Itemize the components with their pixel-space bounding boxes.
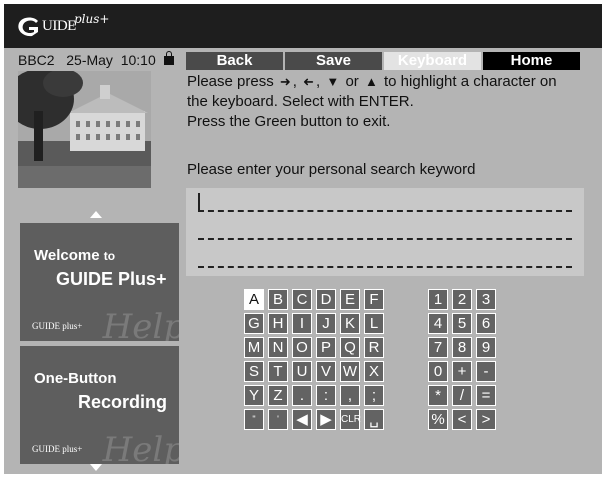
key-w[interactable]: W <box>340 361 360 382</box>
status-date: 25-May <box>66 52 113 68</box>
key-t[interactable]: T <box>268 361 288 382</box>
key-n[interactable]: N <box>268 337 288 358</box>
logo-text: UIDE <box>42 18 76 34</box>
promo-welcome[interactable]: Help Welcome to GUIDE Plus+ GUIDE plus+ <box>20 223 179 341</box>
key-p[interactable]: P <box>316 337 336 358</box>
promo-welcome-line2: GUIDE Plus+ <box>56 269 167 289</box>
instructions-line2: the keyboard. Select with ENTER. <box>187 93 414 110</box>
instructions-line3: Press the Green button to exit. <box>187 113 391 130</box>
key-semicolon[interactable]: ; <box>364 385 384 406</box>
key-l[interactable]: L <box>364 313 384 334</box>
lock-icon <box>163 51 174 65</box>
key-double-quote[interactable]: " <box>244 409 264 430</box>
arrow-right-icon: ➜ <box>279 74 291 89</box>
key-8[interactable]: 8 <box>452 337 472 358</box>
help-watermark: Help <box>102 307 179 341</box>
key-2[interactable]: 2 <box>452 289 472 310</box>
tab-bar: Back Save Keyboard Home <box>186 52 580 70</box>
search-prompt: Please enter your personal search keywor… <box>187 161 476 178</box>
key-6[interactable]: 6 <box>476 313 496 334</box>
key-3[interactable]: 3 <box>476 289 496 310</box>
key-plus[interactable]: + <box>452 361 472 382</box>
instructions-line1: Please press ➜, ➜, ▼ or ▲ to highlight a… <box>187 73 557 90</box>
key-o[interactable]: O <box>292 337 312 358</box>
key-minus[interactable]: - <box>476 361 496 382</box>
promo-recording-line1: One-Button <box>34 370 117 387</box>
key-comma[interactable]: , <box>340 385 360 406</box>
key-asterisk[interactable]: * <box>428 385 448 406</box>
key-1[interactable]: 1 <box>428 289 448 310</box>
status-time: 10:10 <box>120 52 156 68</box>
key-q[interactable]: Q <box>340 337 360 358</box>
key-7[interactable]: 7 <box>428 337 448 358</box>
key-single-quote[interactable]: ' <box>268 409 288 430</box>
key-clear[interactable]: CLR <box>340 409 361 430</box>
input-line-2 <box>198 238 572 240</box>
scroll-down-icon[interactable] <box>90 464 102 471</box>
channel-preview-image <box>18 71 151 188</box>
promo-recording-line2: Recording <box>78 392 168 412</box>
input-line-3 <box>198 266 572 268</box>
key-d[interactable]: D <box>316 289 336 310</box>
scroll-up-icon[interactable] <box>90 211 102 218</box>
key-x[interactable]: X <box>364 361 384 382</box>
key-percent[interactable]: % <box>428 409 448 430</box>
key-colon[interactable]: : <box>316 385 336 406</box>
key-i[interactable]: I <box>292 313 312 334</box>
key-slash[interactable]: / <box>452 385 472 406</box>
key-h[interactable]: H <box>268 313 288 334</box>
key-greater-than[interactable]: > <box>476 409 496 430</box>
arrow-up-icon: ▲ <box>364 74 378 89</box>
channel-status: BBC2 25-May 10:10 <box>18 51 174 68</box>
tab-home[interactable]: Home <box>483 52 580 70</box>
key-z[interactable]: Z <box>268 385 288 406</box>
key-m[interactable]: M <box>244 337 264 358</box>
text-cursor <box>198 193 200 211</box>
promo-recording[interactable]: Help One-Button Recording GUIDE plus+ <box>20 346 179 464</box>
arrow-left-icon: ➜ <box>303 74 315 89</box>
key-j[interactable]: J <box>316 313 336 334</box>
arrow-down-icon: ▼ <box>326 74 340 89</box>
key-v[interactable]: V <box>316 361 336 382</box>
promo-logo: GUIDE plus+ <box>32 444 83 454</box>
key-e[interactable]: E <box>340 289 360 310</box>
channel-name: BBC2 <box>18 52 55 68</box>
key-cursor-right[interactable]: ▶ <box>316 409 336 430</box>
keyword-input[interactable] <box>186 188 584 276</box>
logo-g-icon <box>18 17 38 37</box>
key-s[interactable]: S <box>244 361 264 382</box>
key-space[interactable]: ␣ <box>364 409 384 430</box>
help-watermark: Help <box>102 430 179 464</box>
key-less-than[interactable]: < <box>452 409 472 430</box>
key-b[interactable]: B <box>268 289 288 310</box>
instructions: Please press ➜, ➜, ▼ or ▲ to highlight a… <box>187 72 557 132</box>
header-bar: UIDE plus+ <box>4 4 602 48</box>
tab-keyboard[interactable]: Keyboard <box>384 52 481 70</box>
key-r[interactable]: R <box>364 337 384 358</box>
promo-logo: GUIDE plus+ <box>32 321 83 331</box>
key-5[interactable]: 5 <box>452 313 472 334</box>
key-period[interactable]: . <box>292 385 312 406</box>
promo-welcome-line1: Welcome to <box>34 247 116 264</box>
key-equals[interactable]: = <box>476 385 496 406</box>
key-y[interactable]: Y <box>244 385 264 406</box>
key-k[interactable]: K <box>340 313 360 334</box>
input-line-1 <box>198 210 572 212</box>
tab-save[interactable]: Save <box>285 52 382 70</box>
logo-plus-text: plus+ <box>74 12 110 26</box>
guide-plus-logo: UIDE plus+ <box>16 12 126 40</box>
key-u[interactable]: U <box>292 361 312 382</box>
key-cursor-left[interactable]: ◀ <box>292 409 312 430</box>
key-g[interactable]: G <box>244 313 264 334</box>
key-4[interactable]: 4 <box>428 313 448 334</box>
tab-back[interactable]: Back <box>186 52 283 70</box>
key-9[interactable]: 9 <box>476 337 496 358</box>
key-0[interactable]: 0 <box>428 361 448 382</box>
guide-plus-screen: UIDE plus+ BBC2 25-May 10:10 Help Welcom… <box>4 4 602 474</box>
key-f[interactable]: F <box>364 289 384 310</box>
key-c[interactable]: C <box>292 289 312 310</box>
key-a[interactable]: A <box>244 289 264 310</box>
